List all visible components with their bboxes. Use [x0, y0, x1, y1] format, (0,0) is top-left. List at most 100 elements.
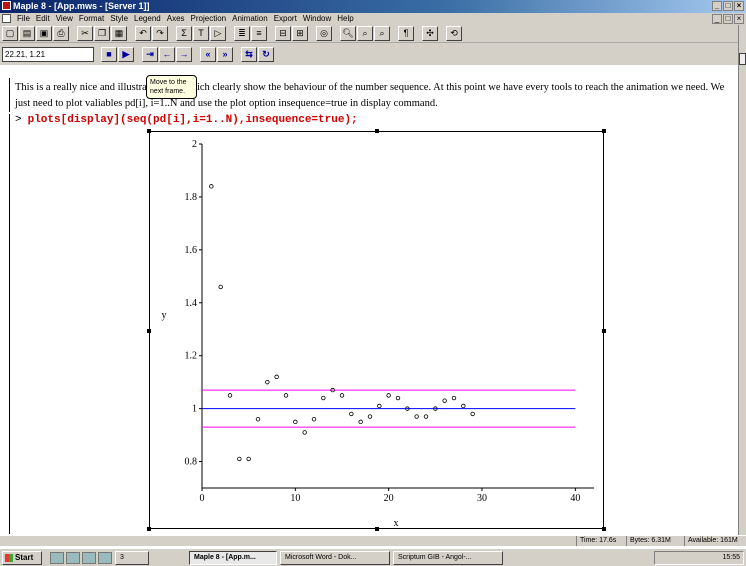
data-point	[423, 414, 429, 419]
zoom-200-icon[interactable]: ⌕	[374, 26, 390, 41]
cut-icon[interactable]: ✂	[77, 26, 93, 41]
unsection-icon[interactable]: ≡	[251, 26, 267, 41]
data-point	[265, 379, 270, 385]
menu-edit[interactable]: Edit	[33, 13, 53, 25]
start-label: Start	[15, 552, 34, 562]
y-tick-label: 1.2	[185, 351, 198, 362]
menu-format[interactable]: Format	[76, 13, 107, 25]
menu-file[interactable]: File	[14, 13, 33, 25]
status-available: Available: 161M	[684, 536, 738, 546]
title-bar: Maple 8 - [App.mws - [Server 1]] _ □ ×	[0, 0, 746, 13]
x-axis-label: x	[394, 518, 399, 528]
save-icon[interactable]: ▣	[36, 26, 52, 41]
forward-icon[interactable]: →	[176, 46, 192, 62]
split-region-icon[interactable]: ⊞	[292, 26, 308, 41]
open-icon[interactable]: ▤	[19, 26, 35, 41]
expand-icon[interactable]: ✣	[422, 26, 438, 41]
redo-icon[interactable]: ↷	[152, 26, 168, 41]
x-tick-label: 20	[384, 493, 394, 504]
close-button[interactable]: ×	[734, 1, 744, 11]
data-point	[367, 414, 373, 419]
input-icon[interactable]: ▷	[210, 26, 226, 41]
data-point	[321, 395, 326, 401]
paste-icon[interactable]: ▦	[111, 26, 127, 41]
data-point	[302, 430, 307, 435]
y-tick-label: 1.6	[185, 245, 198, 256]
continuous-cycle-icon[interactable]: ↻	[258, 46, 274, 62]
insert-region-icon[interactable]: ⊟	[275, 26, 291, 41]
document-icon[interactable]	[2, 14, 11, 23]
x-tick-label: 0	[200, 493, 205, 504]
status-bar: Time: 17.6s Bytes: 6.31M Available: 161M	[0, 536, 746, 546]
media-icon[interactable]	[82, 551, 96, 564]
zoom-150-icon[interactable]: ⌕	[357, 26, 373, 41]
main-toolbar: ▢ ▤ ▣ ⎙ ✂ ❐ ▦ ↶ ↷ Σ T ▷ ≣ ≡ ⊟ ⊞ ◎ 🔍︎ ⌕ ⌕…	[0, 25, 746, 43]
zoom-100-icon[interactable]: 🔍︎	[340, 26, 356, 41]
taskbar: Start 3 Maple 8 - [App.m... Microsoft Wo…	[0, 548, 746, 566]
command-line[interactable]: > plots[display](seq(pd[i],i=1..N),insequ…	[15, 114, 358, 126]
execution-group-bracket	[9, 114, 10, 534]
menu-animation[interactable]: Animation	[229, 13, 271, 25]
slower-icon[interactable]: «	[200, 46, 216, 62]
menu-bar: File Edit View Format Style Legend Axes …	[0, 13, 746, 25]
menu-window[interactable]: Window	[300, 13, 334, 25]
menu-legend[interactable]: Legend	[131, 13, 164, 25]
faster-icon[interactable]: »	[217, 46, 233, 62]
task-word[interactable]: Microsoft Word - Dok...	[280, 550, 390, 565]
undo-icon[interactable]: ↶	[135, 26, 151, 41]
vertical-scrollbar[interactable]	[738, 25, 746, 535]
menu-help[interactable]: Help	[334, 13, 356, 25]
text-group-bracket	[9, 78, 10, 112]
menu-projection[interactable]: Projection	[188, 13, 230, 25]
x-tick-label: 30	[477, 493, 487, 504]
status-time: Time: 17.6s	[576, 536, 616, 546]
data-point	[339, 393, 345, 398]
animation-toolbar: 22.21, 1.21 ■ ▶ ⇥ ← → « » ⇆ ↻	[0, 43, 746, 65]
text-icon[interactable]: T	[193, 26, 209, 41]
x-tick-label: 10	[290, 493, 300, 504]
plot-frame[interactable]: 0.8 1 1.2 1.4 1.6 1.8 2 0 10 20 30 40 x y	[147, 129, 606, 531]
menu-axes[interactable]: Axes	[164, 13, 188, 25]
play-icon[interactable]: ▶	[118, 46, 134, 62]
scrollbar-thumb[interactable]	[739, 53, 746, 65]
task-group[interactable]: 3	[115, 550, 149, 565]
task-scriptum[interactable]: Scriptum GIB - Angol-...	[393, 550, 503, 565]
data-point	[237, 456, 242, 462]
doc-restore-button[interactable]: □	[723, 14, 733, 24]
paragraph-icon[interactable]: ¶	[398, 26, 414, 41]
copy-icon[interactable]: ❐	[94, 26, 110, 41]
data-point	[311, 417, 317, 422]
menu-export[interactable]: Export	[271, 13, 300, 25]
command-text[interactable]: plots[display](seq(pd[i],i=1..N),inseque…	[28, 114, 358, 126]
desktop-icon[interactable]	[50, 551, 64, 564]
y-tick-label: 1	[192, 404, 197, 415]
section-icon[interactable]: ≣	[234, 26, 250, 41]
save-quick-icon[interactable]	[98, 551, 112, 564]
data-point	[293, 419, 298, 425]
start-button[interactable]: Start	[2, 550, 42, 565]
doc-minimize-button[interactable]: _	[712, 14, 722, 24]
new-icon[interactable]: ▢	[2, 26, 18, 41]
task-maple[interactable]: Maple 8 - [App.m...	[189, 550, 277, 565]
paragraph-text: This is a really nice and illustrative p…	[15, 82, 725, 109]
next-frame-icon[interactable]: ⇥	[142, 46, 158, 62]
menu-style[interactable]: Style	[107, 13, 131, 25]
restore-button[interactable]: □	[723, 1, 733, 11]
print-icon[interactable]: ⎙	[53, 26, 69, 41]
browser-icon[interactable]	[66, 551, 80, 564]
sum-icon[interactable]: Σ	[176, 26, 192, 41]
restart-icon[interactable]: ⟲	[446, 26, 462, 41]
data-point	[377, 403, 382, 409]
data-point	[218, 284, 223, 290]
coordinate-field[interactable]: 22.21, 1.21	[2, 46, 94, 62]
stop-icon[interactable]: ◎	[316, 26, 332, 41]
backward-icon[interactable]: ←	[159, 46, 175, 62]
single-cycle-icon[interactable]: ⇆	[241, 46, 257, 62]
minimize-button[interactable]: _	[712, 1, 722, 11]
data-point	[470, 411, 475, 417]
menu-view[interactable]: View	[53, 13, 76, 25]
y-axis-label: y	[162, 310, 167, 321]
doc-close-button[interactable]: ×	[734, 14, 744, 24]
stop-animation-icon[interactable]: ■	[101, 46, 117, 62]
scatter-plot: 0.811.21.41.61.820 10 20 30 40xy	[162, 139, 594, 528]
